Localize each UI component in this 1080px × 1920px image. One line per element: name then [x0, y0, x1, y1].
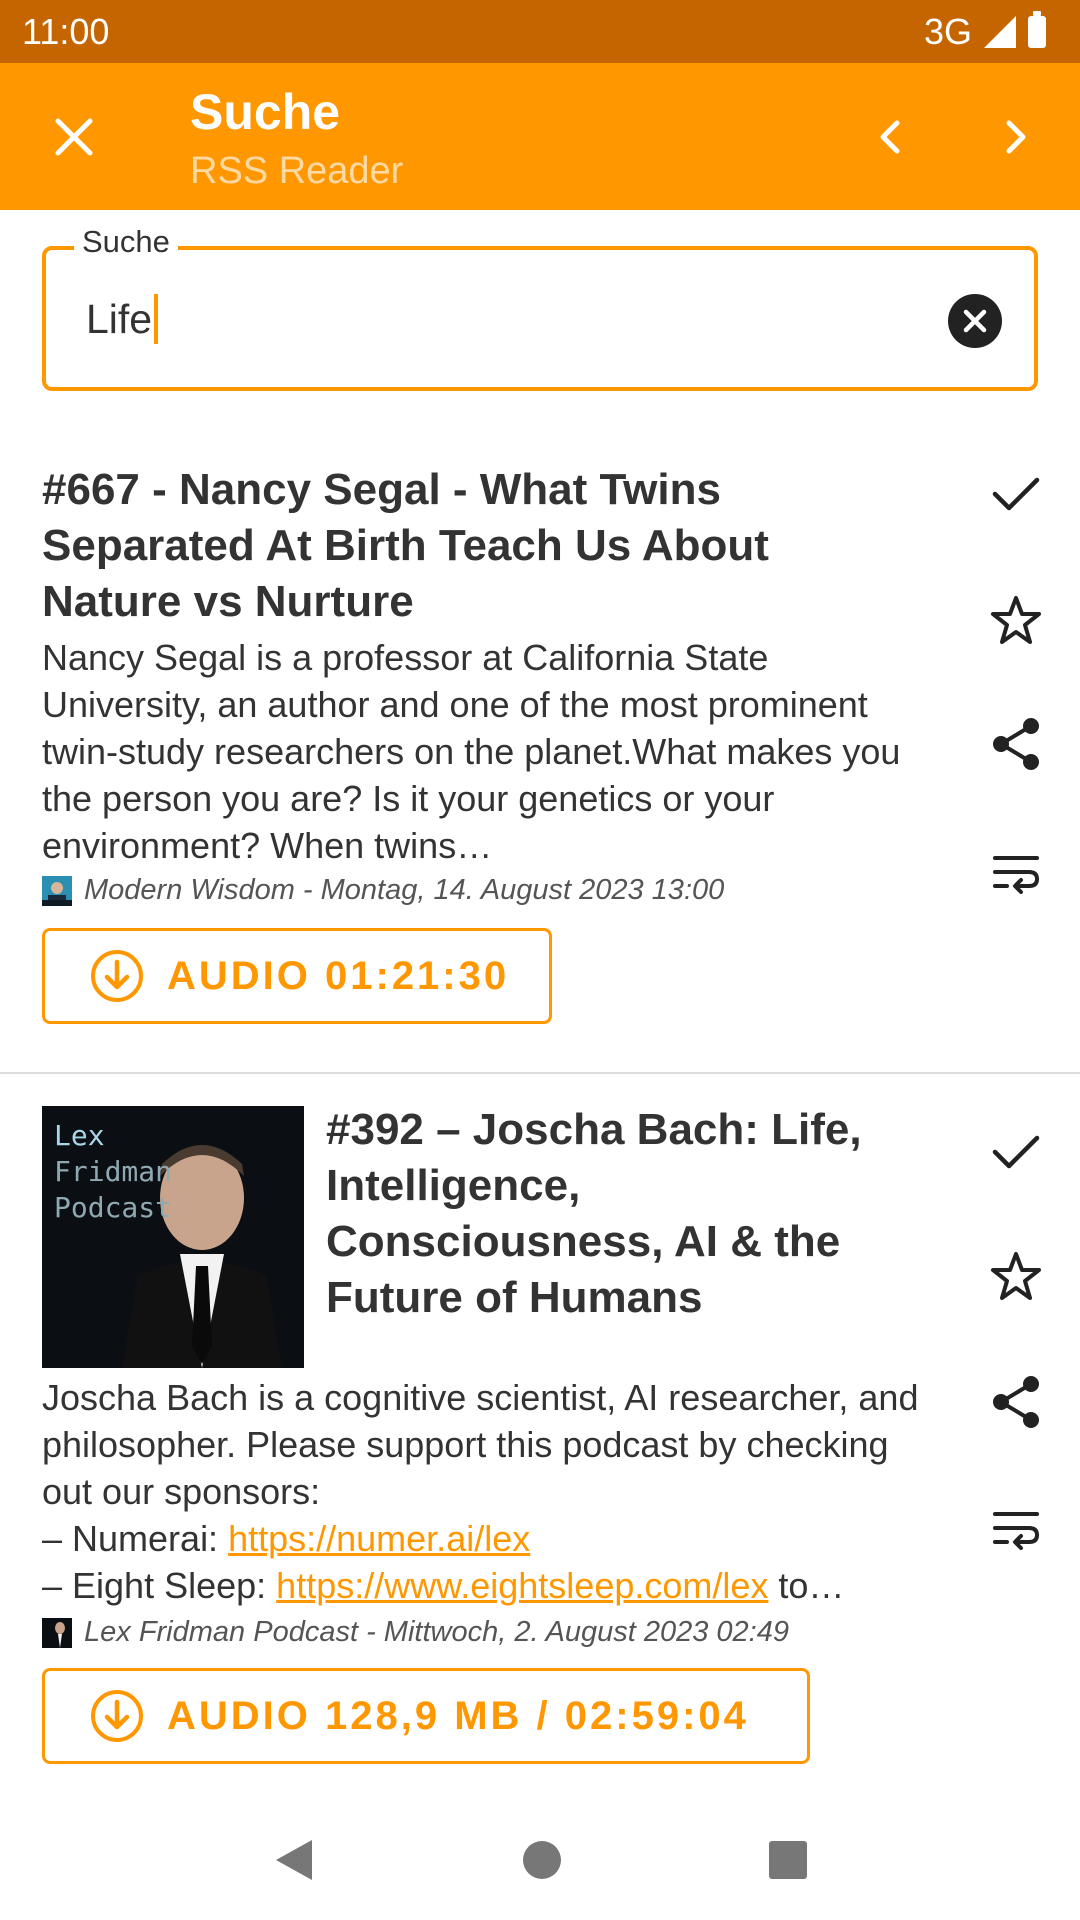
description-intro: Joscha Bach is a cognitive scientist, AI… — [42, 1377, 919, 1512]
share-icon — [993, 1376, 1039, 1428]
sponsor-1-prefix: – Numerai: — [42, 1518, 229, 1559]
close-icon — [55, 118, 93, 156]
feed-thumbnail — [42, 1617, 72, 1648]
recents-icon[interactable] — [768, 1840, 808, 1880]
article-title[interactable]: #667 - Nancy Segal - What Twins Separate… — [42, 462, 802, 630]
clear-search-button[interactable] — [948, 294, 1002, 348]
favorite-button[interactable] — [982, 1242, 1050, 1310]
article-description: Joscha Bach is a cognitive scientist, AI… — [42, 1374, 922, 1612]
sponsor-2-link[interactable]: https://www.eightsleep.com/lex — [276, 1565, 768, 1606]
star-icon — [991, 596, 1041, 644]
signal-icon — [984, 15, 1016, 48]
clear-icon — [963, 309, 987, 333]
audio-label: AUDIO 128,9 MB / 02:59:04 — [167, 1693, 749, 1738]
search-label: Suche — [74, 224, 178, 260]
chevron-left-icon — [880, 120, 900, 154]
chevron-right-icon — [1006, 120, 1026, 154]
sponsor-2-prefix: – Eight Sleep: — [42, 1565, 277, 1606]
article-meta: Modern Wisdom - Montag, 14. August 2023 … — [42, 874, 942, 907]
status-indicators: 3G — [923, 10, 1046, 53]
wrap-text-button[interactable] — [982, 1494, 1050, 1562]
cover-line: Lex — [54, 1119, 105, 1152]
system-nav-bar — [0, 1800, 1080, 1920]
page-subtitle: RSS Reader — [190, 150, 404, 192]
next-button[interactable] — [982, 103, 1050, 171]
battery-icon — [1028, 10, 1046, 48]
article-meta: Lex Fridman Podcast - Mittwoch, 2. Augus… — [42, 1616, 942, 1649]
cover-line: Podcast — [54, 1191, 173, 1224]
article-meta-text: Lex Fridman Podcast - Mittwoch, 2. Augus… — [84, 1616, 789, 1648]
status-bar: 11:00 3G — [0, 0, 1080, 63]
mark-read-button[interactable] — [982, 1118, 1050, 1186]
article-divider — [0, 1072, 1080, 1074]
audio-download-button[interactable]: AUDIO 128,9 MB / 02:59:04 — [42, 1668, 810, 1764]
page-title: Suche — [190, 84, 341, 140]
status-time: 11:00 — [22, 10, 110, 52]
wrap-text-icon — [993, 1512, 1040, 1550]
cover-line: Fridman — [54, 1155, 173, 1188]
home-icon[interactable] — [520, 1838, 564, 1882]
check-icon — [992, 477, 1040, 511]
app-bar: Suche RSS Reader — [0, 63, 1080, 210]
download-icon — [91, 1690, 143, 1742]
wrap-text-button[interactable] — [982, 838, 1050, 906]
feed-thumbnail — [42, 875, 72, 906]
previous-button[interactable] — [856, 103, 924, 171]
audio-label: AUDIO 01:21:30 — [167, 953, 510, 998]
article-meta-text: Modern Wisdom - Montag, 14. August 2023 … — [84, 874, 725, 906]
favorite-button[interactable] — [982, 586, 1050, 654]
share-button[interactable] — [982, 710, 1050, 778]
network-type: 3G — [923, 10, 972, 52]
wrap-text-icon — [993, 856, 1040, 894]
search-field[interactable]: Suche Life — [42, 224, 1038, 391]
back-icon[interactable] — [272, 1836, 316, 1884]
sponsor-1-link[interactable]: https://numer.ai/lex — [228, 1518, 530, 1559]
share-button[interactable] — [982, 1368, 1050, 1436]
search-value: Life — [86, 295, 153, 342]
podcast-cover: Lex Fridman Podcast — [42, 1106, 304, 1368]
text-cursor — [154, 294, 159, 344]
share-icon — [993, 718, 1039, 770]
mark-read-button[interactable] — [982, 460, 1050, 528]
article-title[interactable]: #392 – Joscha Bach: Life, Intelligence, … — [326, 1102, 886, 1326]
close-button[interactable] — [40, 103, 108, 171]
star-icon — [991, 1252, 1041, 1300]
podcast-cover-text: Lex Fridman Podcast — [54, 1118, 172, 1226]
check-icon — [992, 1135, 1040, 1169]
article-description: Nancy Segal is a professor at California… — [42, 637, 901, 866]
download-icon — [91, 950, 143, 1002]
audio-download-button[interactable]: AUDIO 01:21:30 — [42, 928, 552, 1024]
sponsor-2-suffix: to… — [768, 1565, 845, 1606]
search-input[interactable]: Life — [86, 294, 159, 344]
